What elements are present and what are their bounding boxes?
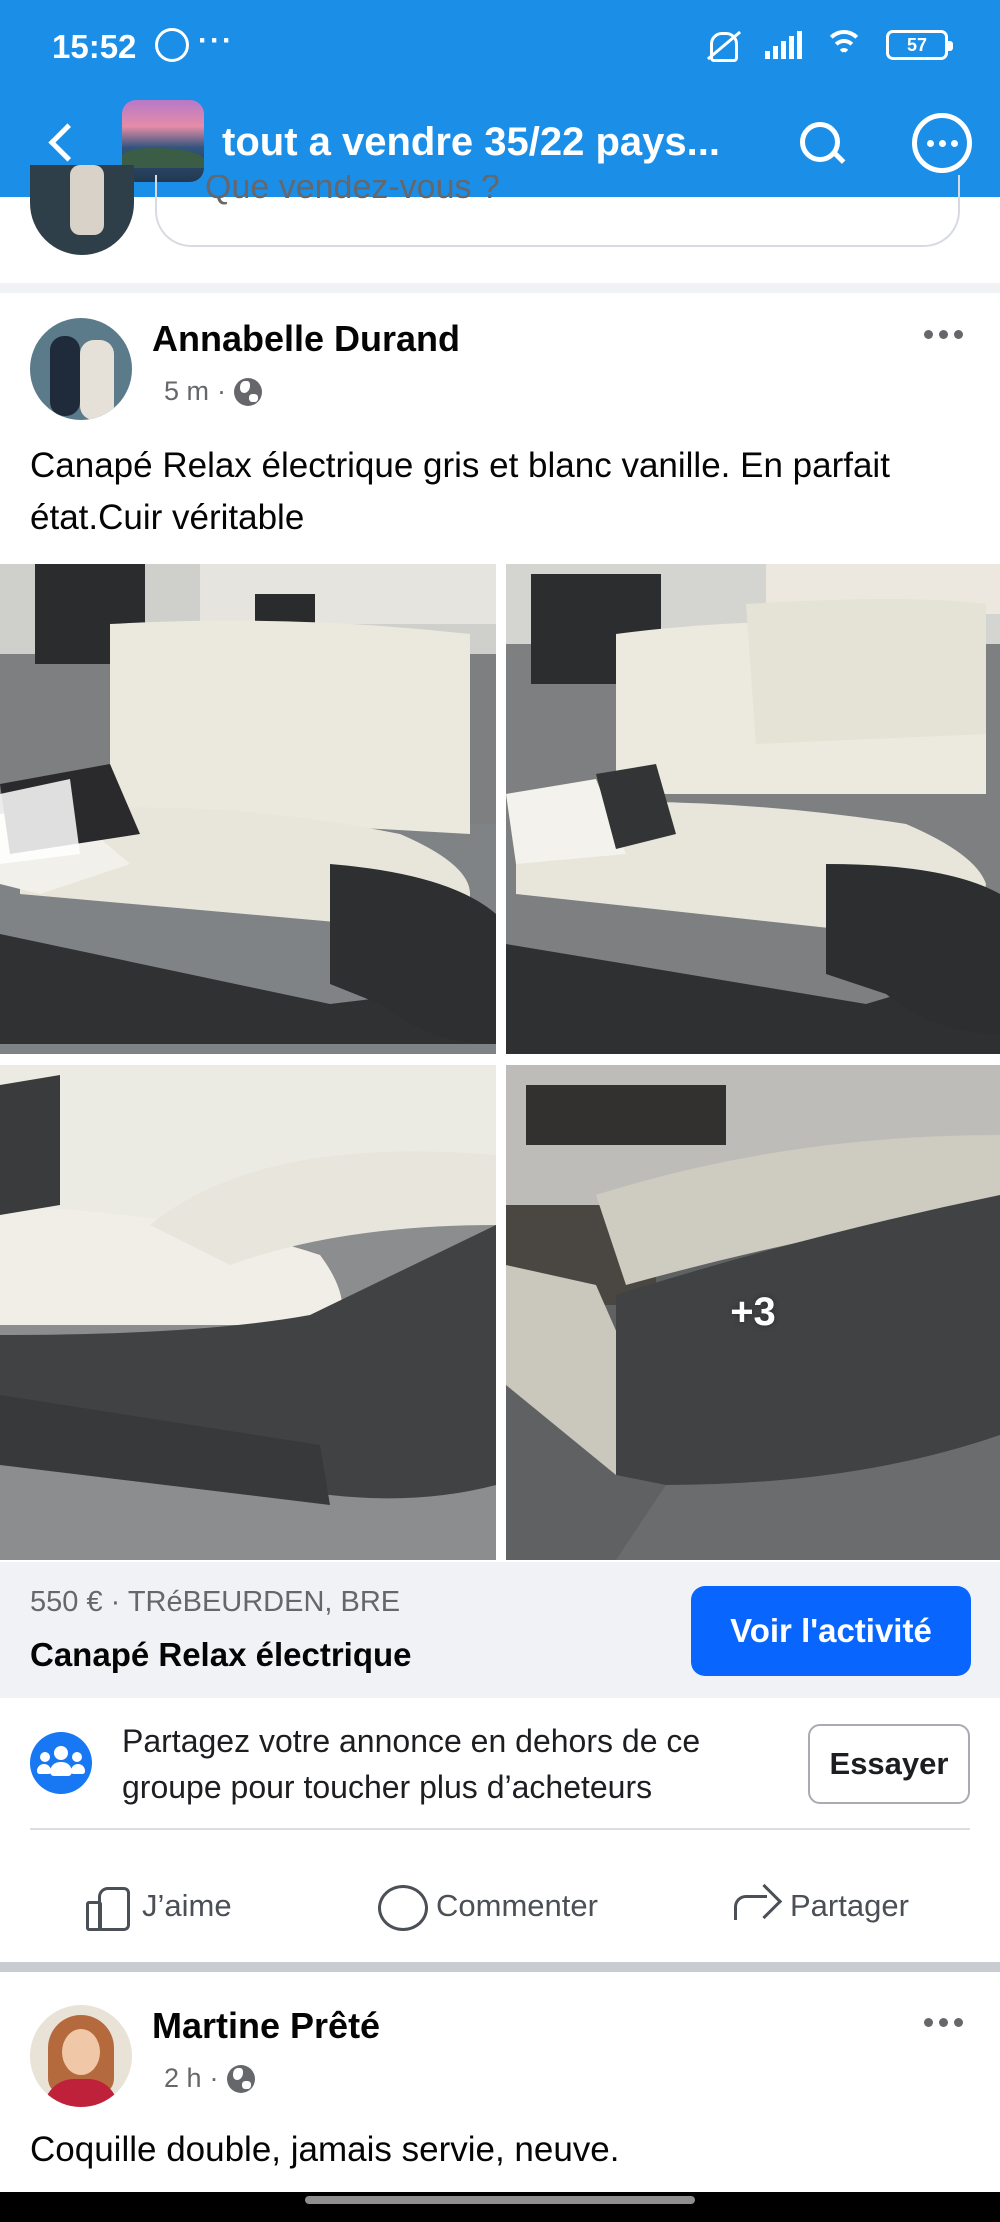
- post-text: Canapé Relax électrique gris et blanc va…: [30, 446, 890, 537]
- share-icon: [732, 1883, 778, 1929]
- more-photos-count[interactable]: +3: [506, 1065, 1000, 1560]
- signal-icon: [765, 31, 802, 59]
- globe-icon: [226, 2064, 255, 2093]
- share-label: Partager: [790, 1888, 909, 1923]
- comment-label: Commenter: [436, 1888, 598, 1923]
- listing-photo-4[interactable]: +3: [506, 1065, 1000, 1560]
- whatsapp-icon: [155, 28, 189, 62]
- post-author[interactable]: Annabelle Durand: [152, 318, 460, 360]
- post-options-icon[interactable]: [924, 2018, 963, 2027]
- group-icon: [30, 1732, 92, 1794]
- section-divider: [0, 283, 1000, 293]
- home-handle[interactable]: [305, 2196, 695, 2204]
- notification-more: ···: [198, 24, 234, 57]
- system-nav-bar: [0, 2192, 1000, 2222]
- group-title[interactable]: tout a vendre 35/22 pays...: [222, 120, 720, 165]
- post-divider: [0, 1962, 1000, 1972]
- listing-photo-3[interactable]: [0, 1065, 496, 1560]
- divider: [30, 1828, 970, 1830]
- search-icon[interactable]: [792, 114, 848, 170]
- post-time[interactable]: 2 h: [164, 2063, 202, 2094]
- sell-input[interactable]: Que vendez-vous ?: [155, 175, 960, 247]
- status-bar: 15:52 ··· 57: [0, 0, 1000, 95]
- comment-icon: [378, 1883, 428, 1931]
- listing-photo-1[interactable]: [0, 564, 496, 1054]
- battery-icon: 57: [886, 30, 953, 60]
- like-label: J’aime: [142, 1888, 232, 1923]
- avatar[interactable]: [30, 318, 132, 420]
- globe-icon: [234, 377, 263, 406]
- post-meta: 5 m ·: [164, 376, 263, 407]
- listing-title: Canapé Relax électrique: [30, 1636, 412, 1673]
- listing-info[interactable]: 550 € · TRéBEURDEN, BRE Canapé Relax éle…: [0, 1562, 1000, 1698]
- like-icon: [84, 1883, 130, 1931]
- comment-button[interactable]: Commenter: [378, 1876, 598, 1936]
- post-time[interactable]: 5 m: [164, 376, 209, 407]
- group-avatar[interactable]: [122, 100, 204, 182]
- share-button[interactable]: Partager: [732, 1876, 909, 1936]
- like-button[interactable]: J’aime: [84, 1876, 232, 1936]
- view-activity-button[interactable]: Voir l'activité: [691, 1586, 971, 1676]
- top-bar: 15:52 ··· 57 tout a vendre 35/22 pays...: [0, 0, 1000, 197]
- status-icons: 57: [703, 27, 953, 63]
- composer-avatar[interactable]: [30, 165, 134, 255]
- wifi-icon: [824, 28, 864, 62]
- sell-input-placeholder: Que vendez-vous ?: [205, 175, 500, 206]
- status-time: 15:52: [52, 28, 137, 65]
- mute-icon: [703, 28, 743, 62]
- post-author[interactable]: Martine Prêté: [152, 2005, 380, 2047]
- post-text: Coquille double, jamais servie, neuve.: [30, 2130, 620, 2169]
- post-meta: 2 h ·: [164, 2063, 255, 2094]
- more-icon[interactable]: [912, 113, 972, 173]
- back-icon[interactable]: [40, 119, 86, 165]
- listing-photo-2[interactable]: [506, 564, 1000, 1054]
- try-button[interactable]: Essayer: [808, 1724, 970, 1804]
- meta-separator: ·: [217, 376, 227, 406]
- meta-separator: ·: [209, 2063, 219, 2093]
- share-tip-text: Partagez votre annonce en dehors de ce g…: [122, 1723, 701, 1805]
- listing-price-location: 550 € · TRéBEURDEN, BRE: [30, 1586, 401, 1618]
- avatar[interactable]: [30, 2005, 132, 2107]
- post-options-icon[interactable]: [924, 330, 963, 339]
